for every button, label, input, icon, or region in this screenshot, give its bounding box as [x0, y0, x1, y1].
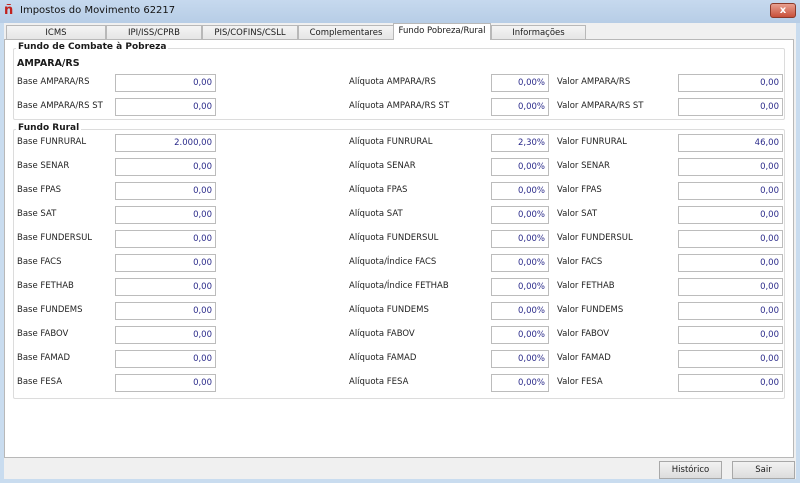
aliquota-label: Alíquota FESA	[349, 377, 409, 387]
valor-label: Valor AMPARA/RS ST	[557, 101, 644, 111]
aliquota-label: Alíquota SAT	[349, 209, 403, 219]
base-input[interactable]: 2.000,00	[115, 134, 216, 152]
aliquota-label: Alíquota FUNDEMS	[349, 305, 429, 315]
tab-complementares[interactable]: Complementares	[298, 25, 394, 40]
aliquota-input[interactable]: 0,00%	[491, 206, 549, 224]
base-label: Base FPAS	[17, 185, 62, 195]
valor-input[interactable]: 0,00	[678, 374, 783, 392]
base-label: Base FETHAB	[17, 281, 74, 291]
valor-label: Valor FUNDERSUL	[557, 233, 633, 243]
aliquota-label: Alíquota FUNRURAL	[349, 137, 433, 147]
valor-input[interactable]: 0,00	[678, 302, 783, 320]
aliquota-input[interactable]: 0,00%	[491, 254, 549, 272]
base-input[interactable]: 0,00	[115, 230, 216, 248]
sair-button[interactable]: Sair	[732, 461, 795, 479]
valor-input[interactable]: 0,00	[678, 254, 783, 272]
base-input[interactable]: 0,00	[115, 74, 216, 92]
title-bar: ñ Impostos do Movimento 62217 x	[0, 0, 800, 23]
valor-label: Valor FABOV	[557, 329, 610, 339]
valor-label: Valor SENAR	[557, 161, 610, 171]
aliquota-input[interactable]: 0,00%	[491, 230, 549, 248]
aliquota-label: Alíquota SENAR	[349, 161, 416, 171]
base-label: Base AMPARA/RS	[17, 77, 90, 87]
aliquota-input[interactable]: 0,00%	[491, 182, 549, 200]
aliquota-input[interactable]: 2,30%	[491, 134, 549, 152]
valor-input[interactable]: 0,00	[678, 158, 783, 176]
valor-label: Valor FACS	[557, 257, 603, 267]
base-label: Base AMPARA/RS ST	[17, 101, 103, 111]
valor-label: Valor FESA	[557, 377, 603, 387]
app-icon: ñ	[4, 3, 14, 18]
window-title: Impostos do Movimento 62217	[20, 5, 176, 16]
valor-input[interactable]: 0,00	[678, 350, 783, 368]
base-label: Base FAMAD	[17, 353, 71, 363]
base-label: Base FUNRURAL	[17, 137, 87, 147]
base-input[interactable]: 0,00	[115, 374, 216, 392]
aliquota-label: Alíquota AMPARA/RS	[349, 77, 436, 87]
fundo-pobreza-title: Fundo de Combate à Pobreza	[16, 42, 169, 52]
valor-input[interactable]: 46,00	[678, 134, 783, 152]
aliquota-input[interactable]: 0,00%	[491, 278, 549, 296]
valor-label: Valor AMPARA/RS	[557, 77, 631, 87]
base-label: Base FACS	[17, 257, 62, 267]
base-label: Base FUNDEMS	[17, 305, 83, 315]
aliquota-input[interactable]: 0,00%	[491, 374, 549, 392]
tab-icms[interactable]: ICMS	[6, 25, 106, 40]
tab-fundo-pobreza-rural[interactable]: Fundo Pobreza/Rural	[393, 23, 491, 40]
valor-input[interactable]: 0,00	[678, 230, 783, 248]
base-input[interactable]: 0,00	[115, 326, 216, 344]
base-input[interactable]: 0,00	[115, 350, 216, 368]
valor-input[interactable]: 0,00	[678, 182, 783, 200]
base-label: Base FESA	[17, 377, 63, 387]
base-label: Base FABOV	[17, 329, 69, 339]
aliquota-input[interactable]: 0,00%	[491, 302, 549, 320]
aliquota-input[interactable]: 0,00%	[491, 98, 549, 116]
base-input[interactable]: 0,00	[115, 302, 216, 320]
client-area: ICMS IPI/ISS/CPRB PIS/COFINS/CSLL Comple…	[4, 23, 796, 479]
tab-panel: Fundo de Combate à Pobreza AMPARA/RS Fun…	[4, 39, 794, 458]
valor-label: Valor FPAS	[557, 185, 602, 195]
valor-input[interactable]: 0,00	[678, 74, 783, 92]
tab-informacoes-adicionais[interactable]: Informações Adicionais	[491, 25, 586, 52]
base-input[interactable]: 0,00	[115, 278, 216, 296]
valor-label: Valor FETHAB	[557, 281, 615, 291]
historico-button[interactable]: Histórico	[659, 461, 722, 479]
base-input[interactable]: 0,00	[115, 182, 216, 200]
aliquota-input[interactable]: 0,00%	[491, 74, 549, 92]
fundo-rural-title: Fundo Rural	[16, 123, 82, 133]
ampara-subtitle: AMPARA/RS	[17, 58, 80, 69]
aliquota-label: Alíquota/Índice FACS	[349, 257, 437, 267]
valor-label: Valor FUNDEMS	[557, 305, 624, 315]
base-input[interactable]: 0,00	[115, 206, 216, 224]
close-button[interactable]: x	[770, 3, 796, 18]
aliquota-input[interactable]: 0,00%	[491, 350, 549, 368]
valor-input[interactable]: 0,00	[678, 326, 783, 344]
valor-input[interactable]: 0,00	[678, 206, 783, 224]
aliquota-label: Alíquota FAMAD	[349, 353, 417, 363]
aliquota-label: Alíquota FABOV	[349, 329, 415, 339]
aliquota-input[interactable]: 0,00%	[491, 326, 549, 344]
aliquota-label: Alíquota FUNDERSUL	[349, 233, 439, 243]
base-input[interactable]: 0,00	[115, 254, 216, 272]
valor-label: Valor FUNRURAL	[557, 137, 627, 147]
base-label: Base SAT	[17, 209, 57, 219]
aliquota-label: Alíquota FPAS	[349, 185, 408, 195]
valor-label: Valor SAT	[557, 209, 598, 219]
base-input[interactable]: 0,00	[115, 98, 216, 116]
base-label: Base FUNDERSUL	[17, 233, 93, 243]
valor-input[interactable]: 0,00	[678, 98, 783, 116]
aliquota-label: Alíquota/Índice FETHAB	[349, 281, 449, 291]
aliquota-input[interactable]: 0,00%	[491, 158, 549, 176]
valor-input[interactable]: 0,00	[678, 278, 783, 296]
base-label: Base SENAR	[17, 161, 70, 171]
base-input[interactable]: 0,00	[115, 158, 216, 176]
aliquota-label: Alíquota AMPARA/RS ST	[349, 101, 450, 111]
tab-ipi-iss-cprb[interactable]: IPI/ISS/CPRB	[106, 25, 202, 40]
tab-bar: ICMS IPI/ISS/CPRB PIS/COFINS/CSLL Comple…	[4, 23, 796, 52]
valor-label: Valor FAMAD	[557, 353, 611, 363]
tab-pis-cofins-csll[interactable]: PIS/COFINS/CSLL	[202, 25, 298, 40]
